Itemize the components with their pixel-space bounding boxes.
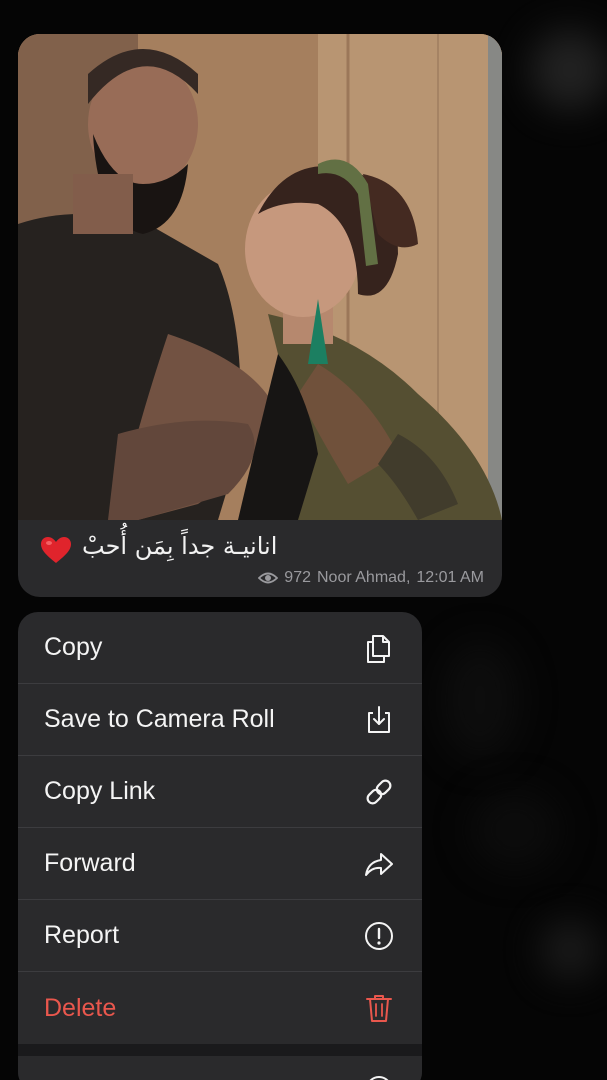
menu-item-label: Copy — [44, 633, 103, 661]
photo-illustration — [18, 34, 502, 520]
message-meta: 972 Noor Ahmad, 12:01 AM — [258, 567, 484, 589]
trash-icon — [362, 991, 396, 1025]
message-time: 12:01 AM — [416, 569, 484, 586]
author-name: Noor Ahmad, — [317, 569, 411, 586]
screen: انانيـة جداً بِمَن أُحبْ 972 Noor Ahmad,… — [0, 0, 607, 1080]
view-count: 972 — [284, 569, 311, 586]
background-blur — [530, 30, 607, 110]
message-bubble[interactable]: انانيـة جداً بِمَن أُحبْ 972 Noor Ahmad,… — [18, 34, 502, 597]
context-menu: Copy Save to Camera Roll Copy Link Forwa… — [18, 612, 422, 1080]
message-caption: انانيـة جداً بِمَن أُحبْ — [38, 532, 482, 566]
menu-section-divider — [18, 1044, 422, 1056]
menu-item-label: Delete — [44, 993, 117, 1022]
menu-item-label: Report — [44, 921, 120, 949]
menu-item-label: Save to Camera Roll — [44, 705, 275, 733]
report-exclamation-icon — [362, 919, 396, 953]
red-heart-icon — [41, 537, 71, 563]
background-blur — [540, 920, 600, 980]
copy-icon — [362, 631, 396, 665]
caption-text: انانيـة جداً بِمَن أُحبْ — [82, 532, 278, 560]
menu-item-copy-link[interactable]: Copy Link — [18, 756, 422, 828]
eye-views-icon — [258, 572, 279, 584]
select-circle-icon — [369, 1076, 389, 1080]
menu-item-forward[interactable]: Forward — [18, 828, 422, 900]
forward-arrow-icon — [362, 847, 396, 881]
menu-item-partial[interactable] — [18, 1056, 422, 1080]
menu-item-save-to-camera-roll[interactable]: Save to Camera Roll — [18, 684, 422, 756]
save-download-icon — [362, 703, 396, 737]
link-icon — [362, 775, 396, 809]
menu-item-label: Forward — [44, 849, 136, 877]
menu-item-report[interactable]: Report — [18, 900, 422, 972]
menu-item-delete[interactable]: Delete — [18, 972, 422, 1044]
menu-item-label: Copy Link — [44, 777, 156, 805]
message-photo[interactable] — [18, 34, 502, 520]
menu-item-copy[interactable]: Copy — [18, 612, 422, 684]
background-blur — [470, 790, 560, 870]
background-blur — [440, 640, 520, 760]
